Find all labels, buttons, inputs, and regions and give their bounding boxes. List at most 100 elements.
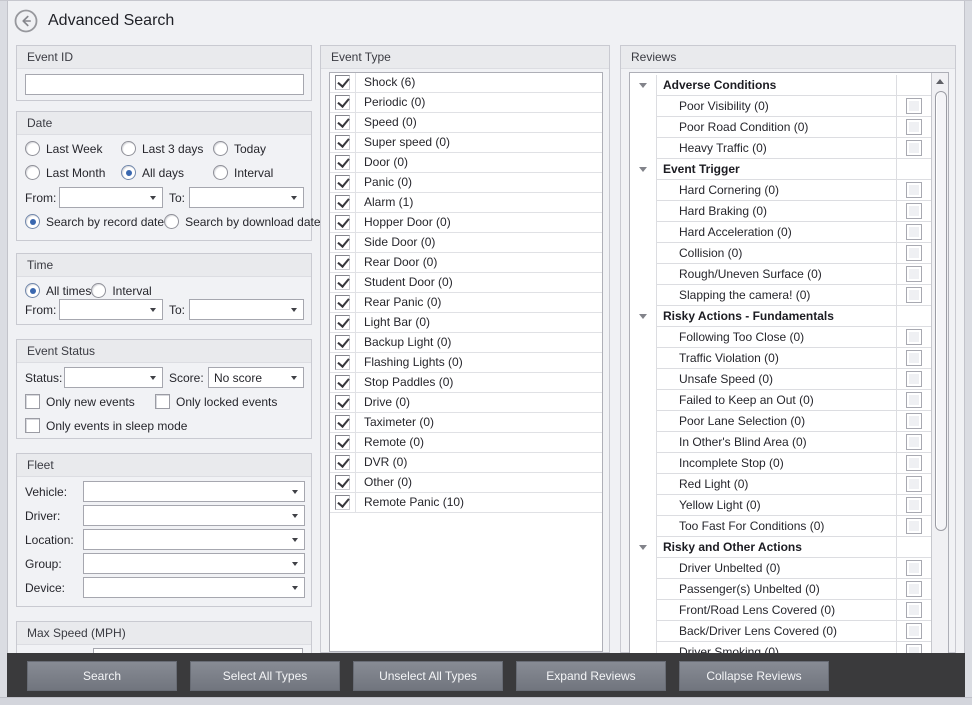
date-mode-radio[interactable]: Search by download date bbox=[164, 214, 320, 229]
collapse-arrow-icon[interactable] bbox=[630, 369, 656, 390]
review-row[interactable]: Poor Lane Selection (0) bbox=[630, 411, 931, 432]
collapse-arrow-icon[interactable] bbox=[630, 222, 656, 243]
collapse-arrow-icon[interactable] bbox=[630, 327, 656, 348]
review-row[interactable]: Heavy Traffic (0) bbox=[630, 138, 931, 159]
event-type-row[interactable]: Rear Door (0) bbox=[330, 253, 602, 273]
date-range-radio[interactable]: Last Month bbox=[25, 165, 121, 180]
collapse-arrow-icon[interactable] bbox=[630, 264, 656, 285]
event-id-input[interactable] bbox=[25, 74, 304, 95]
checked-checkbox-icon[interactable] bbox=[335, 115, 350, 130]
review-row[interactable]: Risky and Other Actions bbox=[630, 537, 931, 558]
event-type-row[interactable]: Shock (6) bbox=[330, 73, 602, 93]
reviews-scrollbar[interactable] bbox=[931, 73, 948, 653]
collapse-arrow-icon[interactable] bbox=[630, 96, 656, 117]
fleet-dropdown[interactable] bbox=[83, 481, 305, 502]
event-type-row[interactable]: Remote (0) bbox=[330, 433, 602, 453]
review-row[interactable]: Incomplete Stop (0) bbox=[630, 453, 931, 474]
time-to-dropdown[interactable] bbox=[189, 299, 304, 320]
review-row[interactable]: Red Light (0) bbox=[630, 474, 931, 495]
review-row[interactable]: Traffic Violation (0) bbox=[630, 348, 931, 369]
collapse-arrow-icon[interactable] bbox=[630, 117, 656, 138]
time-radio[interactable]: All times bbox=[25, 283, 91, 298]
event-status-checkbox[interactable]: Only new events bbox=[25, 394, 155, 409]
review-checkbox[interactable] bbox=[906, 560, 922, 576]
collapse-arrow-icon[interactable] bbox=[630, 243, 656, 264]
event-type-row[interactable]: Alarm (1) bbox=[330, 193, 602, 213]
button-unselect-all-types[interactable]: Unselect All Types bbox=[353, 661, 503, 691]
back-button[interactable] bbox=[14, 9, 38, 33]
review-row[interactable]: Hard Cornering (0) bbox=[630, 180, 931, 201]
review-checkbox[interactable] bbox=[906, 455, 922, 471]
checked-checkbox-icon[interactable] bbox=[335, 275, 350, 290]
review-checkbox[interactable] bbox=[906, 287, 922, 303]
checked-checkbox-icon[interactable] bbox=[335, 255, 350, 270]
collapse-arrow-icon[interactable] bbox=[630, 432, 656, 453]
review-row[interactable]: Following Too Close (0) bbox=[630, 327, 931, 348]
checked-checkbox-icon[interactable] bbox=[335, 415, 350, 430]
collapse-arrow-icon[interactable] bbox=[630, 390, 656, 411]
review-checkbox[interactable] bbox=[906, 581, 922, 597]
review-row[interactable]: Too Fast For Conditions (0) bbox=[630, 516, 931, 537]
review-row[interactable]: Failed to Keep an Out (0) bbox=[630, 390, 931, 411]
review-checkbox[interactable] bbox=[906, 140, 922, 156]
event-type-row[interactable]: Other (0) bbox=[330, 473, 602, 493]
event-type-row[interactable]: Side Door (0) bbox=[330, 233, 602, 253]
collapse-arrow-icon[interactable] bbox=[630, 201, 656, 222]
review-checkbox[interactable] bbox=[906, 497, 922, 513]
collapse-arrow-icon[interactable] bbox=[630, 180, 656, 201]
collapse-arrow-icon[interactable] bbox=[630, 75, 656, 96]
time-from-dropdown[interactable] bbox=[59, 299, 163, 320]
date-range-radio[interactable]: Today bbox=[213, 141, 307, 156]
checked-checkbox-icon[interactable] bbox=[335, 475, 350, 490]
scroll-up-icon[interactable] bbox=[932, 73, 948, 89]
collapse-arrow-icon[interactable] bbox=[630, 348, 656, 369]
checked-checkbox-icon[interactable] bbox=[335, 215, 350, 230]
checked-checkbox-icon[interactable] bbox=[335, 315, 350, 330]
status-dropdown[interactable] bbox=[64, 367, 163, 388]
fleet-dropdown[interactable] bbox=[83, 505, 305, 526]
review-checkbox[interactable] bbox=[906, 371, 922, 387]
date-from-dropdown[interactable] bbox=[59, 187, 163, 208]
review-row[interactable]: Collision (0) bbox=[630, 243, 931, 264]
checked-checkbox-icon[interactable] bbox=[335, 355, 350, 370]
event-type-row[interactable]: Door (0) bbox=[330, 153, 602, 173]
event-type-row[interactable]: Super speed (0) bbox=[330, 133, 602, 153]
fleet-dropdown[interactable] bbox=[83, 553, 305, 574]
review-checkbox[interactable] bbox=[906, 182, 922, 198]
collapse-arrow-icon[interactable] bbox=[630, 474, 656, 495]
collapse-arrow-icon[interactable] bbox=[630, 600, 656, 621]
review-row[interactable]: Event Trigger bbox=[630, 159, 931, 180]
button-search[interactable]: Search bbox=[27, 661, 177, 691]
date-mode-radio[interactable]: Search by record date bbox=[25, 214, 164, 229]
review-row[interactable]: Unsafe Speed (0) bbox=[630, 369, 931, 390]
event-type-row[interactable]: Periodic (0) bbox=[330, 93, 602, 113]
collapse-arrow-icon[interactable] bbox=[630, 558, 656, 579]
review-checkbox[interactable] bbox=[906, 602, 922, 618]
review-checkbox[interactable] bbox=[906, 329, 922, 345]
score-dropdown[interactable]: No score bbox=[208, 367, 304, 388]
collapse-arrow-icon[interactable] bbox=[630, 495, 656, 516]
checked-checkbox-icon[interactable] bbox=[335, 155, 350, 170]
review-row[interactable]: Front/Road Lens Covered (0) bbox=[630, 600, 931, 621]
checked-checkbox-icon[interactable] bbox=[335, 495, 350, 510]
collapse-arrow-icon[interactable] bbox=[630, 411, 656, 432]
fleet-dropdown[interactable] bbox=[83, 577, 305, 598]
review-checkbox[interactable] bbox=[906, 224, 922, 240]
date-range-radio[interactable]: Last 3 days bbox=[121, 141, 213, 156]
review-row[interactable]: Adverse Conditions bbox=[630, 75, 931, 96]
date-to-dropdown[interactable] bbox=[189, 187, 304, 208]
event-type-row[interactable]: Drive (0) bbox=[330, 393, 602, 413]
fleet-dropdown[interactable] bbox=[83, 529, 305, 550]
event-type-row[interactable]: Remote Panic (10) bbox=[330, 493, 602, 513]
button-select-all-types[interactable]: Select All Types bbox=[190, 661, 340, 691]
checked-checkbox-icon[interactable] bbox=[335, 455, 350, 470]
review-row[interactable]: Yellow Light (0) bbox=[630, 495, 931, 516]
checked-checkbox-icon[interactable] bbox=[335, 75, 350, 90]
review-row[interactable]: Poor Road Condition (0) bbox=[630, 117, 931, 138]
review-row[interactable]: In Other's Blind Area (0) bbox=[630, 432, 931, 453]
checked-checkbox-icon[interactable] bbox=[335, 335, 350, 350]
button-expand-reviews[interactable]: Expand Reviews bbox=[516, 661, 666, 691]
collapse-arrow-icon[interactable] bbox=[630, 579, 656, 600]
event-type-row[interactable]: Rear Panic (0) bbox=[330, 293, 602, 313]
checked-checkbox-icon[interactable] bbox=[335, 135, 350, 150]
